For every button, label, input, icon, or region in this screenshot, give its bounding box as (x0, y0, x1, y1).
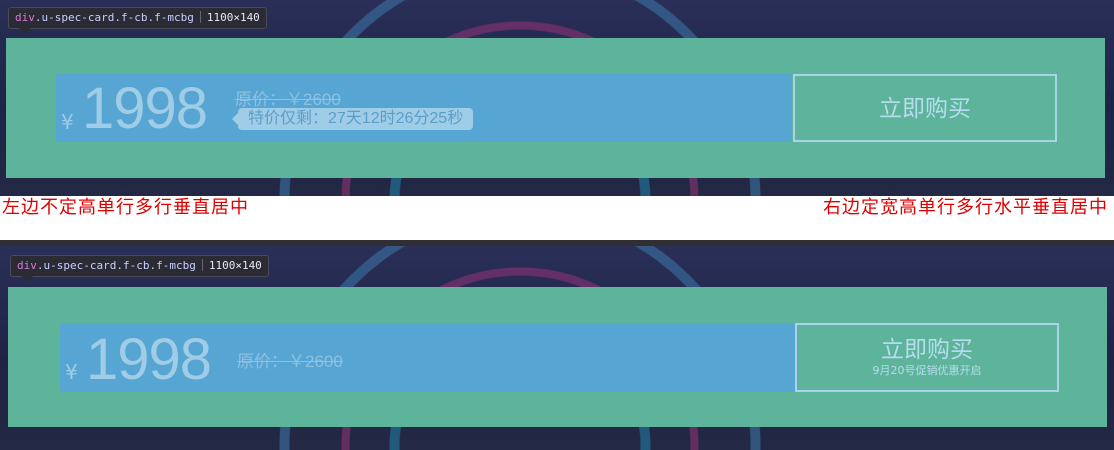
price-area-bottom: ¥ 1998 原价：￥2600 (60, 323, 796, 392)
tooltip-divider (201, 259, 203, 271)
currency-symbol: ¥ (61, 110, 74, 134)
original-price: 原价：￥2600 (235, 90, 341, 109)
devtools-tooltip-top: div.u-spec-card.f-cb.f-mcbg 1100×140 (8, 7, 267, 34)
buy-now-label: 立即购买 (879, 95, 971, 121)
promo-subtext: 9月20号促销优惠开启 (872, 364, 982, 377)
buy-now-button[interactable]: 立即购买 9月20号促销优惠开启 (795, 323, 1059, 392)
price-value: 1998 (86, 327, 212, 392)
note-right: 右边定宽高单行多行水平垂直居中 (823, 197, 1108, 218)
spec-card-top: ¥ 1998 原价：￥2600 特价仅剩：27天12时26分25秒 立即购买 (6, 38, 1105, 178)
tooltip-classes: .u-spec-card.f-cb.f-mcbg (34, 11, 194, 24)
tooltip-tag: div (15, 11, 35, 24)
price-value: 1998 (82, 76, 208, 141)
note-left: 左边不定高单行多行垂直居中 (2, 197, 249, 218)
spec-card-bottom: ¥ 1998 原价：￥2600 立即购买 9月20号促销优惠开启 (8, 287, 1107, 427)
tooltip-classes: .u-spec-card.f-cb.f-mcbg (36, 259, 196, 272)
tooltip-tag: div (17, 259, 37, 272)
countdown-badge: 特价仅剩：27天12时26分25秒 (231, 108, 474, 130)
tooltip-size: 1100×140 (208, 259, 262, 272)
tooltip-divider (199, 11, 201, 23)
price-area-top: ¥ 1998 原价：￥2600 特价仅剩：27天12时26分25秒 (56, 73, 792, 142)
buy-now-label: 立即购买 (881, 336, 973, 362)
original-price: 原价：￥2600 (237, 352, 343, 371)
tooltip-size: 1100×140 (206, 11, 260, 24)
devtools-tooltip-bottom: div.u-spec-card.f-cb.f-mcbg 1100×140 (10, 255, 269, 282)
buy-now-button[interactable]: 立即购买 (793, 74, 1057, 142)
currency-symbol: ¥ (65, 360, 78, 384)
